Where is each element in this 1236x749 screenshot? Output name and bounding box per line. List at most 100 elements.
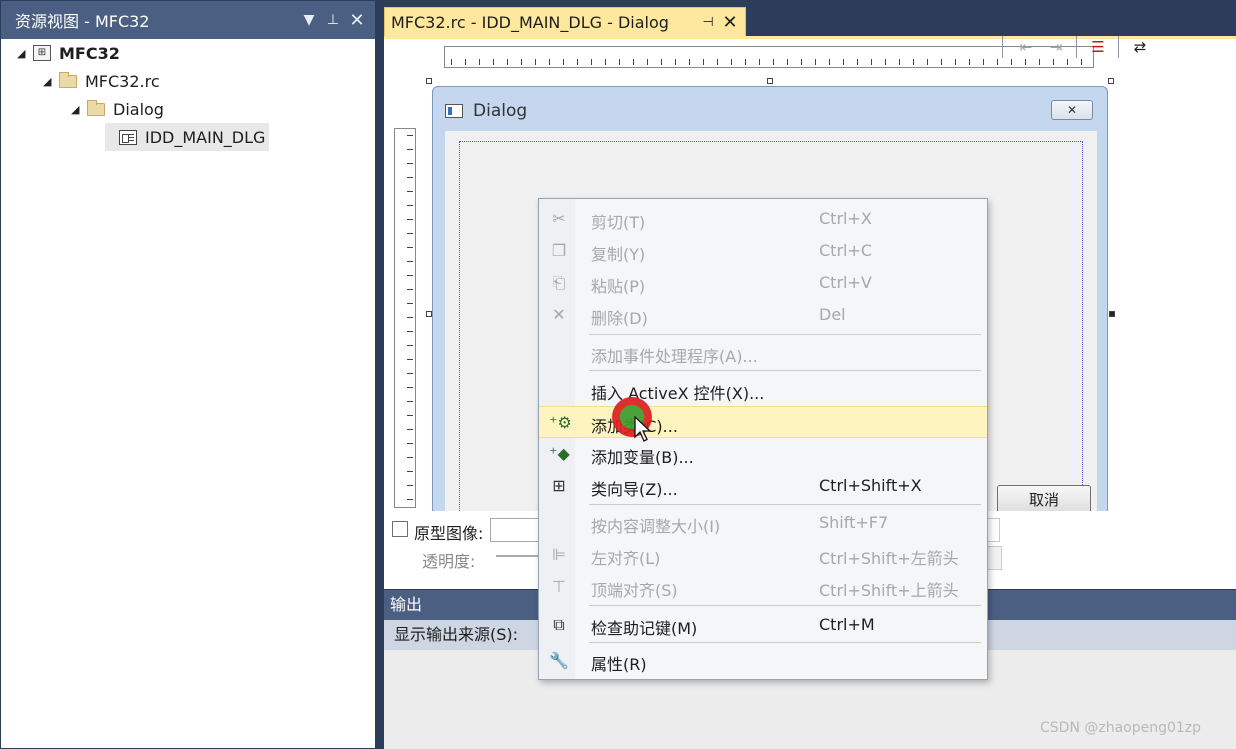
menu-item-shortcut: Ctrl+M	[819, 615, 875, 634]
menu-item-label: 删除(D)	[591, 309, 648, 328]
menu-item-label: 插入 ActiveX 控件(X)...	[591, 384, 765, 403]
opacity-label: 透明度:	[422, 552, 476, 571]
menu-item-add-class[interactable]: ⁺⚙ 添加类(C)...	[539, 406, 987, 438]
menu-item-cut[interactable]: ✂ 剪切(T) Ctrl+X	[539, 203, 987, 235]
menu-item-align-top[interactable]: ⊤ 顶端对齐(S) Ctrl+Shift+上箭头	[539, 571, 987, 603]
add-class-icon: ⁺⚙	[549, 413, 572, 432]
pin-icon[interactable]: ⊥	[321, 12, 345, 28]
close-icon[interactable]: ✕	[345, 10, 369, 31]
tree-item-dialog-folder[interactable]: ◢ Dialog	[71, 95, 164, 123]
menu-item-label: 添加事件处理程序(A)...	[591, 347, 758, 366]
menu-item-shortcut: Ctrl+Shift+左箭头	[819, 549, 959, 568]
resize-handle[interactable]	[1108, 78, 1114, 84]
tree-item-label: MFC32.rc	[85, 71, 160, 91]
menu-item-label: 剪切(T)	[591, 213, 646, 232]
resource-view-header: 资源视图 - MFC32 ▼ ⊥ ✕	[1, 1, 375, 39]
menu-item-shortcut: Ctrl+V	[819, 273, 872, 292]
toolbar-separator	[1118, 36, 1119, 58]
expand-arrow-icon[interactable]: ◢	[17, 47, 31, 60]
prev-message-icon[interactable]: ⇤	[1016, 38, 1036, 56]
prototype-image-label: 原型图像:	[414, 524, 484, 543]
menu-item-shortcut: Ctrl+X	[819, 209, 872, 228]
dialog-resource-icon	[117, 128, 139, 146]
project-icon: ⊞	[31, 44, 53, 62]
menu-item-label: 按内容调整大小(I)	[591, 517, 721, 536]
menu-item-copy[interactable]: ❐ 复制(Y) Ctrl+C	[539, 235, 987, 267]
menu-item-label: 左对齐(L)	[591, 549, 661, 568]
folder-icon	[57, 71, 79, 90]
menu-item-label: 属性(R)	[591, 655, 647, 674]
folder-icon	[85, 99, 107, 118]
tree-item-project[interactable]: ◢ ⊞ MFC32	[17, 39, 120, 67]
menu-item-class-wizard[interactable]: ⊞ 类向导(Z)... Ctrl+Shift+X	[539, 470, 987, 502]
resource-view-panel: 资源视图 - MFC32 ▼ ⊥ ✕ ◢ ⊞ MFC32 ◢ MFC32.rc …	[0, 0, 376, 749]
menu-item-add-variable[interactable]: ⁺◆ 添加变量(B)...	[539, 438, 987, 470]
scissors-icon: ✂	[552, 209, 566, 228]
dialog-window-icon	[445, 104, 463, 118]
tree-item-label: IDD_MAIN_DLG	[145, 127, 266, 147]
menu-separator	[589, 605, 981, 606]
watermark: CSDN @zhaopeng01zp	[1040, 720, 1202, 736]
tree-item-main-dlg[interactable]: IDD_MAIN_DLG	[105, 123, 270, 151]
dialog-close-button[interactable]: ✕	[1051, 100, 1093, 120]
next-message-icon[interactable]: ⇥	[1046, 38, 1066, 56]
expand-arrow-icon[interactable]: ◢	[43, 75, 57, 88]
resize-handle[interactable]	[426, 78, 432, 84]
opacity-spinner[interactable]	[986, 546, 1002, 570]
resize-handle[interactable]	[767, 78, 773, 84]
menu-separator	[589, 334, 981, 335]
check-mnemonics-icon: ⧉	[553, 615, 565, 634]
toolbar-separator	[1002, 36, 1003, 58]
menu-item-label: 复制(Y)	[591, 245, 646, 264]
menu-item-size-to-content[interactable]: 按内容调整大小(I) Shift+F7	[539, 507, 987, 539]
horizontal-ruler[interactable]	[444, 46, 1094, 68]
expand-arrow-icon[interactable]: ◢	[71, 103, 85, 116]
pin-icon[interactable]: ⊣	[697, 15, 719, 30]
menu-item-label: 添加变量(B)...	[591, 448, 694, 467]
tree-item-label: Dialog	[113, 99, 164, 119]
close-tab-icon[interactable]: ✕	[719, 12, 741, 33]
paste-icon: ⎗	[552, 273, 566, 292]
dropdown-icon[interactable]: ▼	[297, 12, 321, 28]
tree-item-label: MFC32	[59, 43, 120, 63]
class-wizard-icon: ⊞	[552, 476, 566, 495]
dialog-titlebar: Dialog	[445, 101, 527, 121]
menu-separator	[589, 370, 981, 371]
menu-item-properties[interactable]: 🔧 属性(R)	[539, 645, 987, 677]
toggle-word-wrap-icon[interactable]: ⇄	[1130, 38, 1150, 56]
menu-item-check-mnemonics[interactable]: ⧉ 检查助记键(M) Ctrl+M	[539, 609, 987, 641]
copy-icon: ❐	[551, 241, 567, 260]
clear-all-icon[interactable]: ☰	[1088, 38, 1108, 56]
menu-item-shortcut: Ctrl+Shift+X	[819, 476, 922, 495]
menu-item-label: 类向导(Z)...	[591, 480, 678, 499]
menu-item-delete[interactable]: ✕ 删除(D) Del	[539, 299, 987, 331]
output-source-label: 显示输出来源(S):	[394, 625, 519, 644]
menu-item-add-event-handler[interactable]: 添加事件处理程序(A)...	[539, 337, 987, 369]
context-menu: ✂ 剪切(T) Ctrl+X ❐ 复制(Y) Ctrl+C ⎗ 粘贴(P) Ct…	[538, 198, 988, 680]
menu-item-shortcut: Shift+F7	[819, 513, 889, 532]
align-left-icon: ⊫	[552, 545, 566, 564]
menu-separator	[589, 642, 981, 643]
toolbar-separator	[1076, 36, 1077, 58]
tree-item-rc-file[interactable]: ◢ MFC32.rc	[43, 67, 160, 95]
delete-icon: ✕	[552, 305, 566, 324]
menu-item-align-left[interactable]: ⊫ 左对齐(L) Ctrl+Shift+左箭头	[539, 539, 987, 571]
add-variable-icon: ⁺◆	[549, 444, 570, 463]
menu-item-shortcut: Del	[819, 305, 846, 324]
prototype-image-checkbox[interactable]	[392, 521, 408, 537]
resource-view-title: 资源视图 - MFC32	[15, 12, 150, 31]
menu-item-shortcut: Ctrl+C	[819, 241, 873, 260]
dialog-title: Dialog	[473, 101, 528, 121]
menu-item-insert-activex[interactable]: 插入 ActiveX 控件(X)...	[539, 374, 987, 406]
align-top-icon: ⊤	[552, 577, 566, 596]
wrench-icon: 🔧	[549, 651, 569, 670]
menu-item-label: 粘贴(P)	[591, 277, 646, 296]
resize-handle[interactable]	[1109, 311, 1115, 317]
vertical-ruler[interactable]	[394, 128, 416, 508]
menu-item-paste[interactable]: ⎗ 粘贴(P) Ctrl+V	[539, 267, 987, 299]
menu-item-shortcut: Ctrl+Shift+上箭头	[819, 581, 959, 600]
menu-separator	[589, 504, 981, 505]
tab-label: MFC32.rc - IDD_MAIN_DLG - Dialog	[391, 12, 669, 32]
menu-item-label: 检查助记键(M)	[591, 619, 698, 638]
tab-dialog-editor[interactable]: MFC32.rc - IDD_MAIN_DLG - Dialog ⊣ ✕	[384, 7, 746, 37]
